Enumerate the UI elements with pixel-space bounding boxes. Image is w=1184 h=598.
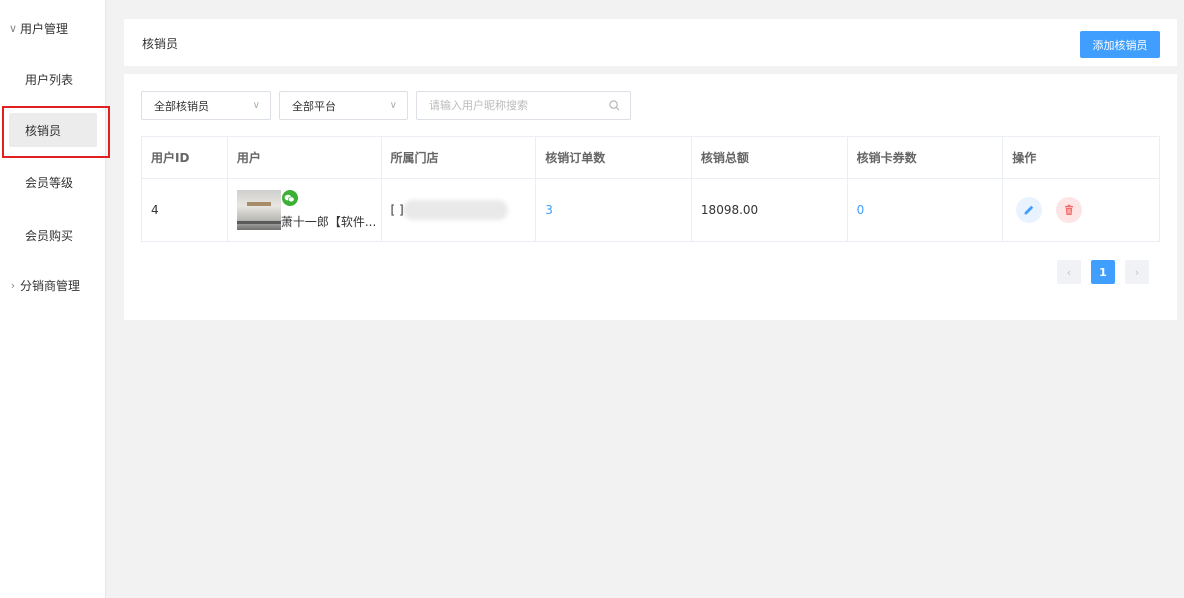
sidebar-item-user-list[interactable]: 用户列表	[9, 62, 97, 96]
column-header: 用户ID	[142, 137, 228, 178]
table-row: 4 萧十一郎【软件... [ ] 3 18098.00 0	[142, 179, 1159, 241]
user-cell: 萧十一郎【软件...	[228, 179, 382, 241]
column-header: 所属门店	[382, 137, 537, 178]
search-input[interactable]	[417, 92, 597, 119]
avatar	[236, 190, 281, 230]
page-title: 核销员	[142, 37, 179, 51]
column-header: 核销总额	[692, 137, 848, 178]
chevron-down-icon: ∨	[389, 100, 397, 111]
sidebar-item-member-level[interactable]: 会员等级	[9, 165, 97, 199]
pagination-prev-button[interactable]: ‹	[1057, 260, 1081, 284]
trash-icon	[1065, 204, 1074, 215]
redacted-blur	[402, 200, 508, 220]
actions-cell	[1003, 179, 1159, 241]
order-count-cell: 3	[536, 179, 692, 241]
table-header: 用户ID 用户 所属门店 核销订单数 核销总额 核销卡券数 操作	[142, 137, 1159, 179]
sidebar-group-label: 用户管理	[20, 21, 69, 36]
user-nickname: 萧十一郎【软件...	[280, 215, 377, 229]
search-icon[interactable]	[609, 100, 620, 111]
sidebar-group-user-management[interactable]: ∨ 用户管理	[6, 18, 68, 38]
sidebar-group-distributor-management[interactable]: › 分销商管理	[6, 275, 80, 295]
verifier-filter-select[interactable]: 全部核销员 ∨	[141, 91, 271, 120]
sidebar-item-label: 会员等级	[25, 175, 74, 190]
sidebar-item-label: 会员购买	[25, 228, 74, 243]
platform-filter-select[interactable]: 全部平台 ∨	[279, 91, 408, 120]
sidebar-item-verifier[interactable]: 核销员	[9, 113, 97, 147]
store-cell: [ ]	[382, 179, 537, 241]
column-header: 操作	[1012, 151, 1037, 165]
wechat-icon	[281, 190, 298, 206]
order-count-link[interactable]: 3	[545, 203, 553, 217]
total-amount-cell: 18098.00	[692, 179, 848, 241]
delete-button[interactable]	[1056, 197, 1083, 223]
pagination-next-button[interactable]: ›	[1125, 260, 1149, 284]
chevron-down-icon: ∨	[8, 21, 18, 35]
edit-button[interactable]	[1016, 197, 1043, 223]
verifier-table: 用户ID 用户 所属门店 核销订单数 核销总额 核销卡券数 操作 4 萧十一郎【…	[141, 136, 1160, 242]
chevron-right-icon: ›	[10, 278, 16, 292]
column-header: 核销订单数	[536, 137, 692, 178]
search-box	[416, 91, 631, 120]
page-header: 核销员 添加核销员	[124, 19, 1177, 66]
verifier-filter-value: 全部核销员	[154, 99, 209, 113]
store-name: [ ]	[391, 200, 508, 220]
coupon-count-cell: 0	[848, 179, 1004, 241]
chevron-down-icon: ∨	[252, 100, 260, 111]
platform-filter-value: 全部平台	[292, 99, 336, 113]
sidebar-group-label: 分销商管理	[20, 278, 81, 293]
sidebar-item-label: 用户列表	[25, 72, 74, 87]
add-verifier-button[interactable]: 添加核销员	[1080, 31, 1160, 58]
pencil-icon	[1024, 205, 1034, 215]
main-content: 全部核销员 ∨ 全部平台 ∨ 用户ID 用户 所属门店 核销订单数 核销总额 核…	[124, 74, 1177, 320]
column-header: 用户	[228, 137, 382, 178]
sidebar: ∨ 用户管理 用户列表 核销员 会员等级 会员购买 › 分销商管理	[0, 0, 106, 598]
column-header: 核销卡券数	[848, 137, 1004, 178]
user-id-cell: 4	[142, 179, 228, 241]
sidebar-item-member-purchase[interactable]: 会员购买	[9, 218, 97, 252]
coupon-count-link[interactable]: 0	[857, 203, 865, 217]
pagination-page-1[interactable]: 1	[1091, 260, 1115, 284]
sidebar-item-label: 核销员	[25, 123, 62, 138]
